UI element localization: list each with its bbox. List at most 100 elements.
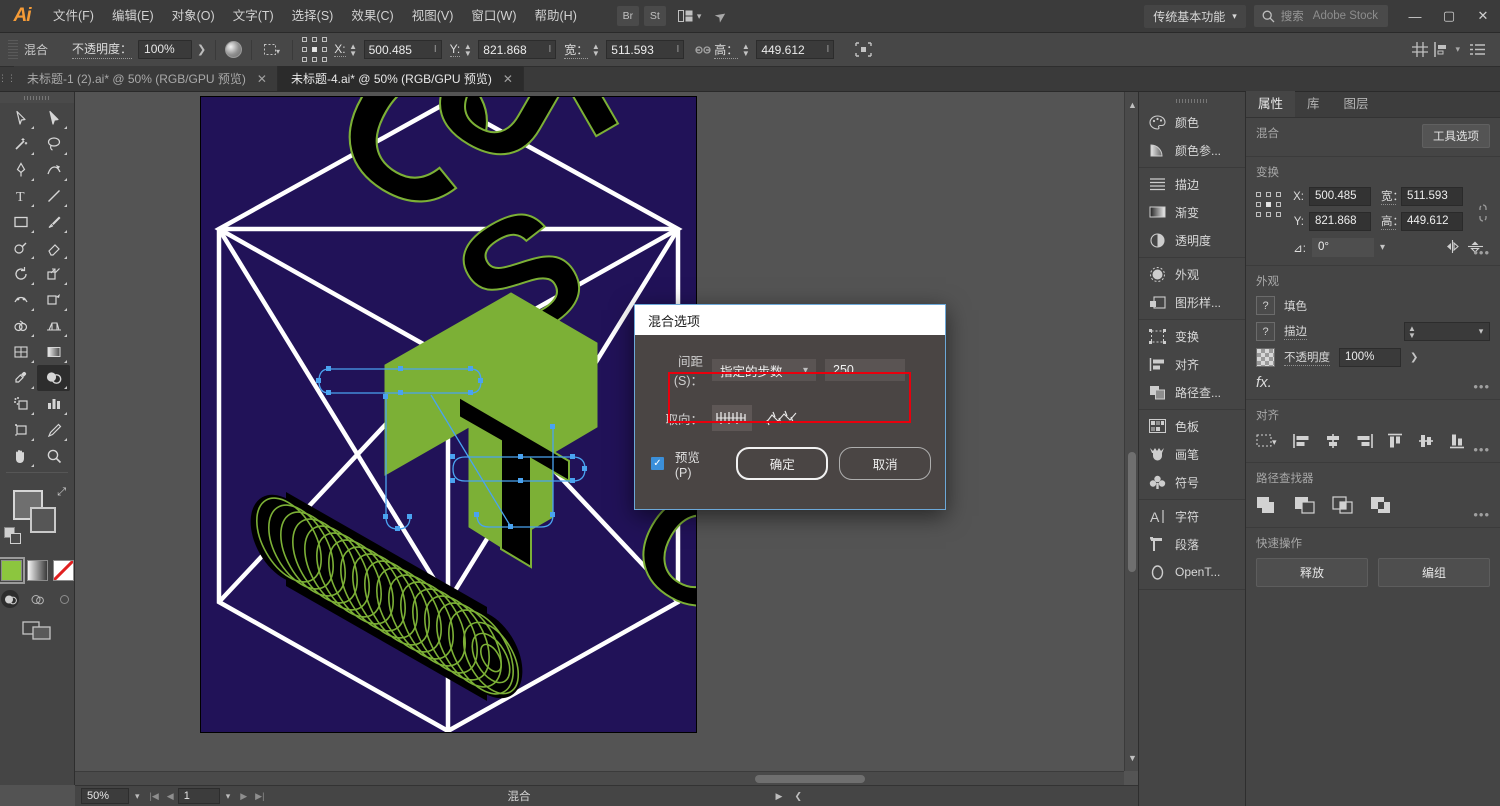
x-position-group[interactable]: X: ▲ ▼ 500.485 I bbox=[334, 40, 442, 59]
menu-help[interactable]: 帮助(H) bbox=[526, 0, 586, 33]
artboard[interactable]: C U R S Y bbox=[201, 97, 696, 732]
canvas-vertical-scrollbar[interactable]: ▲ ▼ bbox=[1124, 92, 1138, 771]
appearance-more-options[interactable]: ••• bbox=[1473, 379, 1490, 394]
fx-button[interactable]: fx. bbox=[1256, 374, 1490, 391]
tool-hand[interactable] bbox=[4, 443, 37, 469]
tool-curvature[interactable] bbox=[37, 157, 70, 183]
dock-item-align[interactable]: 对齐 bbox=[1139, 350, 1245, 378]
stroke-weight-input[interactable]: ▲ ▼ ▾ bbox=[1404, 322, 1490, 341]
workspace-switcher[interactable]: 传统基本功能 ▾ bbox=[1144, 4, 1246, 28]
x-input[interactable]: 500.485 I bbox=[363, 40, 442, 59]
tool-selection[interactable] bbox=[37, 105, 70, 131]
tool-gradient[interactable] bbox=[37, 339, 70, 365]
tab-properties[interactable]: 属性 bbox=[1246, 91, 1296, 117]
minus-front-button[interactable] bbox=[1294, 496, 1316, 517]
transform-panel-button[interactable] bbox=[1431, 39, 1453, 61]
fill-row[interactable]: ? 填色 bbox=[1256, 296, 1490, 315]
tool-rotate[interactable] bbox=[4, 261, 37, 287]
dock-item-character[interactable]: A 字符 bbox=[1139, 502, 1245, 530]
align-center-horizontal-button[interactable] bbox=[1324, 433, 1342, 452]
tab-bar-grip[interactable]: ⋮⋮ bbox=[0, 66, 16, 91]
stroke-row[interactable]: ? 描边 ▲ ▼ ▾ bbox=[1256, 322, 1490, 341]
align-left-button[interactable] bbox=[1293, 433, 1311, 452]
fill-swatch[interactable]: ? bbox=[1256, 296, 1275, 315]
menu-effect[interactable]: 效果(C) bbox=[342, 0, 402, 33]
angle-input[interactable]: 0° bbox=[1312, 238, 1374, 257]
tool-scale[interactable] bbox=[37, 261, 70, 287]
opacity-input[interactable]: 100% bbox=[138, 40, 193, 59]
opacity-mask-icon[interactable] bbox=[225, 41, 243, 58]
artwork[interactable]: C U R S Y bbox=[201, 97, 696, 732]
tool-options-button[interactable]: 工具选项 bbox=[1422, 124, 1490, 148]
tool-type[interactable]: T bbox=[4, 183, 37, 209]
dock-item-color-guide[interactable]: 颜色参... bbox=[1139, 136, 1245, 164]
opacity-label[interactable]: 不透明度： bbox=[72, 40, 133, 59]
vscroll-thumb[interactable] bbox=[1128, 452, 1136, 572]
menu-window[interactable]: 窗口(W) bbox=[462, 0, 525, 33]
tab-close-icon[interactable]: ✕ bbox=[503, 72, 513, 86]
dock-item-paragraph[interactable]: 段落 bbox=[1139, 530, 1245, 558]
x-input[interactable]: 500.485 bbox=[1309, 187, 1371, 206]
y-position-group[interactable]: Y: ▲ ▼ 821.868 I bbox=[449, 40, 557, 59]
unite-button[interactable] bbox=[1256, 496, 1278, 517]
dock-item-opentype[interactable]: OpenT... bbox=[1139, 558, 1245, 586]
tab-layers[interactable]: 图层 bbox=[1332, 91, 1381, 117]
constrain-proportions-toggle[interactable] bbox=[1476, 193, 1490, 226]
tab-libraries[interactable]: 库 bbox=[1295, 91, 1332, 117]
opacity-row[interactable]: 不透明度 100% ❯ bbox=[1256, 348, 1490, 367]
height-stepper[interactable]: ▲ ▼ bbox=[741, 42, 750, 57]
opacity-expand-arrow[interactable]: ❯ bbox=[197, 43, 206, 56]
dock-item-swatches[interactable]: 色板 bbox=[1139, 412, 1245, 440]
tool-mesh[interactable] bbox=[4, 339, 37, 365]
hscroll-thumb[interactable] bbox=[755, 775, 865, 783]
pathfinder-more-options[interactable]: ••• bbox=[1473, 507, 1490, 522]
align-panel-button[interactable] bbox=[1409, 39, 1431, 61]
transform-dropdown-button[interactable]: ▾ bbox=[261, 39, 283, 61]
dock-grip[interactable] bbox=[1139, 96, 1245, 106]
dock-item-appearance[interactable]: 外观 bbox=[1139, 260, 1245, 288]
opacity-input[interactable]: 100% bbox=[1339, 348, 1401, 367]
tool-rectangle[interactable] bbox=[4, 209, 37, 235]
swap-fill-stroke-icon[interactable]: ⤢ bbox=[57, 486, 66, 499]
dock-item-transform[interactable]: 变换 bbox=[1139, 322, 1245, 350]
align-to-selection-button[interactable] bbox=[852, 39, 874, 61]
y-input[interactable]: 821.868 I bbox=[478, 40, 557, 59]
draw-normal-mode[interactable] bbox=[1, 590, 19, 608]
close-button[interactable]: ✕ bbox=[1466, 0, 1500, 33]
release-button[interactable]: 释放 bbox=[1256, 558, 1368, 587]
tool-line-segment[interactable] bbox=[37, 183, 70, 209]
width-group[interactable]: 宽： ▲ ▼ 511.593 I bbox=[564, 40, 685, 59]
height-group[interactable]: 高： ▲ ▼ 449.612 I bbox=[714, 40, 835, 59]
artboard-dropdown-icon[interactable]: ▾ bbox=[220, 791, 237, 802]
tool-direct-selection[interactable] bbox=[4, 105, 37, 131]
align-bottom-button[interactable] bbox=[1448, 433, 1466, 452]
transform-more-options[interactable]: ••• bbox=[1473, 245, 1490, 260]
x-stepper[interactable]: ▲ ▼ bbox=[349, 42, 358, 57]
minimize-button[interactable]: — bbox=[1398, 0, 1432, 33]
orientation-align-to-page-button[interactable] bbox=[712, 405, 752, 431]
y-input[interactable]: 821.868 bbox=[1309, 212, 1371, 231]
tool-blend[interactable] bbox=[37, 365, 70, 391]
tool-zoom[interactable] bbox=[37, 443, 70, 469]
align-top-button[interactable] bbox=[1386, 433, 1404, 452]
tool-free-transform[interactable] bbox=[37, 287, 70, 313]
status-expand-icon[interactable]: ▶ bbox=[770, 791, 789, 802]
status-collapse-icon[interactable]: ❮ bbox=[788, 791, 808, 802]
menu-view[interactable]: 视图(V) bbox=[403, 0, 463, 33]
menu-file[interactable]: 文件(F) bbox=[44, 0, 103, 33]
opacity-expand-arrow[interactable]: ❯ bbox=[1410, 352, 1418, 363]
opacity-label[interactable]: 不透明度 bbox=[1284, 349, 1330, 366]
align-more-options[interactable]: ••• bbox=[1473, 442, 1490, 457]
reference-point-selector[interactable] bbox=[1256, 192, 1282, 218]
toolbar-grip[interactable] bbox=[0, 92, 74, 103]
stock-search-box[interactable]: 搜索 Adobe Stock bbox=[1253, 5, 1388, 27]
draw-behind-mode[interactable] bbox=[28, 590, 46, 608]
control-bar-grip[interactable] bbox=[8, 39, 18, 60]
tool-pen[interactable] bbox=[4, 157, 37, 183]
height-input[interactable]: 449.612 bbox=[1401, 212, 1463, 231]
tool-magic-wand[interactable] bbox=[4, 131, 37, 157]
draw-inside-mode[interactable] bbox=[55, 590, 73, 608]
fill-stroke-control[interactable]: ⤢ bbox=[0, 482, 74, 556]
tool-lasso[interactable] bbox=[37, 131, 70, 157]
flip-horizontal-button[interactable] bbox=[1444, 239, 1461, 257]
